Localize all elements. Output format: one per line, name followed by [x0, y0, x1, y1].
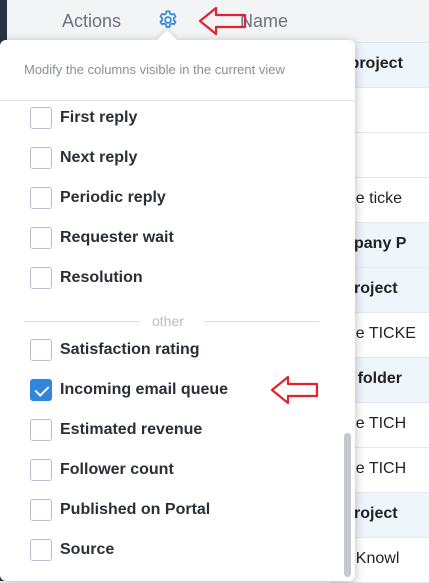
checkbox[interactable]	[30, 187, 52, 209]
checkbox[interactable]	[30, 107, 52, 129]
column-option-label[interactable]: Periodic reply	[60, 189, 166, 207]
column-picker-title: Modify the columns visible in the curren…	[24, 62, 285, 77]
column-header-actions: Actions	[62, 11, 122, 31]
gear-icon[interactable]	[157, 9, 179, 31]
checkbox-checked[interactable]	[30, 379, 52, 401]
checkbox[interactable]	[30, 459, 52, 481]
column-option-label[interactable]: Follower count	[60, 461, 174, 479]
checkbox[interactable]	[30, 227, 52, 249]
column-option[interactable]: Follower count	[30, 458, 174, 482]
column-option-label[interactable]: First reply	[60, 109, 137, 127]
divider	[0, 100, 355, 101]
column-option[interactable]: Incoming email queue	[30, 378, 228, 402]
column-option-label[interactable]: Estimated revenue	[60, 421, 202, 439]
column-option[interactable]: Satisfaction rating	[30, 338, 200, 362]
column-option-label[interactable]: Incoming email queue	[60, 381, 228, 399]
checkbox[interactable]	[30, 539, 52, 561]
column-picker-panel: Modify the columns visible in the curren…	[0, 30, 355, 581]
column-option[interactable]: Source	[30, 538, 114, 562]
red-arrow-icon	[270, 375, 319, 405]
column-option-label[interactable]: Next reply	[60, 149, 137, 167]
column-option[interactable]: Next reply	[30, 146, 137, 170]
column-option-label[interactable]: Satisfaction rating	[60, 341, 200, 359]
checkbox[interactable]	[30, 267, 52, 289]
group-divider-other: other	[24, 313, 319, 329]
column-option[interactable]: First reply	[30, 106, 137, 130]
column-option-label[interactable]: Source	[60, 541, 114, 559]
column-option[interactable]: Published on Portal	[30, 498, 210, 522]
column-option[interactable]: Requester wait	[30, 226, 174, 250]
column-option[interactable]: Resolution	[30, 266, 143, 290]
column-option[interactable]: Periodic reply	[30, 186, 166, 210]
checkbox[interactable]	[30, 499, 52, 521]
checkbox[interactable]	[30, 339, 52, 361]
checkbox[interactable]	[30, 419, 52, 441]
group-label: other	[152, 313, 184, 329]
scrollbar-thumb[interactable]	[344, 433, 351, 577]
column-option-label[interactable]: Published on Portal	[60, 501, 210, 519]
column-option[interactable]: Estimated revenue	[30, 418, 202, 442]
column-option-label[interactable]: Resolution	[60, 269, 143, 287]
checkbox[interactable]	[30, 147, 52, 169]
red-arrow-icon	[198, 6, 247, 36]
column-option-label[interactable]: Requester wait	[60, 229, 174, 247]
